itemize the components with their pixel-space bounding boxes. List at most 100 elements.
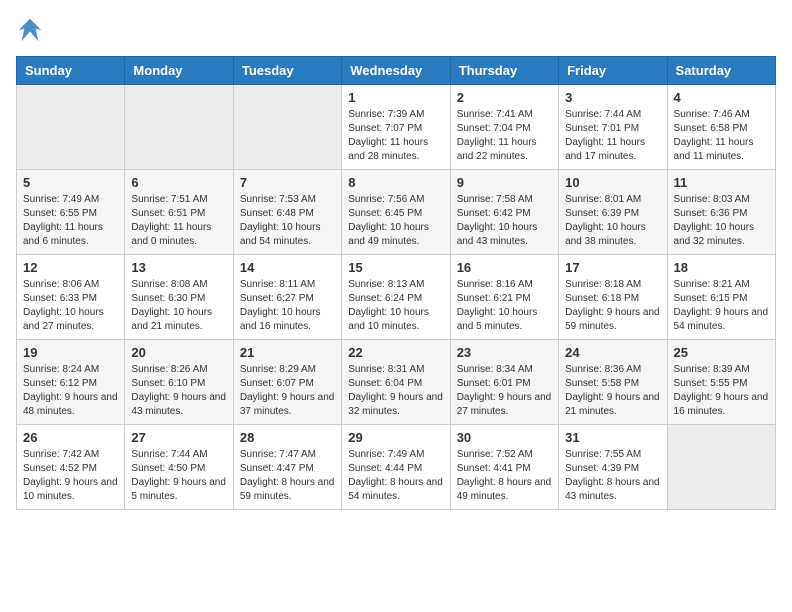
day-info: Sunrise: 8:34 AM Sunset: 6:01 PM Dayligh… [457,363,552,419]
day-info: Sunrise: 8:29 AM Sunset: 6:07 PM Dayligh… [240,363,335,419]
calendar-cell: 21Sunrise: 8:29 AM Sunset: 6:07 PM Dayli… [233,340,341,425]
calendar-cell [125,85,233,170]
day-info: Sunrise: 7:58 AM Sunset: 6:42 PM Dayligh… [457,193,552,249]
day-number: 27 [131,430,226,445]
calendar-week-5: 26 Sunrise: 7:42 AM Sunset: 4:52 PM Dayli… [17,425,776,510]
day-info: Sunrise: 8:16 AM Sunset: 6:21 PM Dayligh… [457,278,552,334]
day-info: Sunrise: 7:44 AM Sunset: 7:01 PM Dayligh… [565,108,660,164]
calendar-cell: 11Sunrise: 8:03 AM Sunset: 6:36 PM Dayli… [667,170,775,255]
day-number: 23 [457,345,552,360]
calendar-cell: 10 Sunrise: 8:01 AM Sunset: 6:39 PM Dayli… [559,170,667,255]
day-number: 20 [131,345,226,360]
day-number: 19 [23,345,118,360]
day-info: Sunrise: 8:31 AM Sunset: 6:04 PM Dayligh… [348,363,443,419]
logo-bird-icon [16,16,44,44]
day-number: 25 [674,345,769,360]
day-info: Sunrise: 8:11 AM Sunset: 6:27 PM Dayligh… [240,278,335,334]
day-info: Sunrise: 7:42 AM Sunset: 4:52 PM Dayligh… [23,448,118,504]
day-number: 9 [457,175,552,190]
calendar-week-3: 12 Sunrise: 8:06 AM Sunset: 6:33 PM Dayli… [17,255,776,340]
day-number: 15 [348,260,443,275]
col-header-monday: Monday [125,57,233,85]
col-header-thursday: Thursday [450,57,558,85]
day-info: Sunrise: 8:26 AM Sunset: 6:10 PM Dayligh… [131,363,226,419]
day-info: Sunrise: 8:36 AM Sunset: 5:58 PM Dayligh… [565,363,660,419]
calendar-cell: 2 Sunrise: 7:41 AM Sunset: 7:04 PM Daylig… [450,85,558,170]
day-number: 3 [565,90,660,105]
calendar-cell: 28 Sunrise: 7:47 AM Sunset: 4:47 PM Dayli… [233,425,341,510]
calendar-cell [17,85,125,170]
calendar-cell: 1 Sunrise: 7:39 AM Sunset: 7:07 PM Daylig… [342,85,450,170]
calendar-cell: 14 Sunrise: 8:11 AM Sunset: 6:27 PM Dayli… [233,255,341,340]
day-number: 10 [565,175,660,190]
day-number: 17 [565,260,660,275]
day-info: Sunrise: 7:55 AM Sunset: 4:39 PM Dayligh… [565,448,660,504]
day-info: Sunrise: 7:49 AM Sunset: 6:55 PM Dayligh… [23,193,118,249]
day-number: 1 [348,90,443,105]
day-info: Sunrise: 7:39 AM Sunset: 7:07 PM Dayligh… [348,108,443,164]
calendar-cell: 15Sunrise: 8:13 AM Sunset: 6:24 PM Dayli… [342,255,450,340]
calendar-cell: 20 Sunrise: 8:26 AM Sunset: 6:10 PM Dayli… [125,340,233,425]
calendar-cell: 23 Sunrise: 8:34 AM Sunset: 6:01 PM Dayli… [450,340,558,425]
day-info: Sunrise: 7:47 AM Sunset: 4:47 PM Dayligh… [240,448,335,504]
day-info: Sunrise: 7:44 AM Sunset: 4:50 PM Dayligh… [131,448,226,504]
calendar-cell: 30 Sunrise: 7:52 AM Sunset: 4:41 PM Dayli… [450,425,558,510]
calendar-cell: 4 Sunrise: 7:46 AM Sunset: 6:58 PM Daylig… [667,85,775,170]
day-number: 8 [348,175,443,190]
calendar-cell: 17 Sunrise: 8:18 AM Sunset: 6:18 PM Dayli… [559,255,667,340]
calendar-cell [233,85,341,170]
day-info: Sunrise: 7:41 AM Sunset: 7:04 PM Dayligh… [457,108,552,164]
day-number: 12 [23,260,118,275]
calendar-cell: 6Sunrise: 7:51 AM Sunset: 6:51 PM Daylig… [125,170,233,255]
day-info: Sunrise: 8:18 AM Sunset: 6:18 PM Dayligh… [565,278,660,334]
day-info: Sunrise: 7:46 AM Sunset: 6:58 PM Dayligh… [674,108,769,164]
calendar-cell: 31 Sunrise: 7:55 AM Sunset: 4:39 PM Dayli… [559,425,667,510]
col-header-friday: Friday [559,57,667,85]
calendar-week-1: 1 Sunrise: 7:39 AM Sunset: 7:07 PM Daylig… [17,85,776,170]
day-info: Sunrise: 8:39 AM Sunset: 5:55 PM Dayligh… [674,363,769,419]
logo [16,16,48,44]
day-number: 28 [240,430,335,445]
day-info: Sunrise: 8:08 AM Sunset: 6:30 PM Dayligh… [131,278,226,334]
day-info: Sunrise: 7:56 AM Sunset: 6:45 PM Dayligh… [348,193,443,249]
calendar-cell [667,425,775,510]
calendar-table: SundayMondayTuesdayWednesdayThursdayFrid… [16,56,776,510]
calendar-cell: 3 Sunrise: 7:44 AM Sunset: 7:01 PM Daylig… [559,85,667,170]
day-number: 2 [457,90,552,105]
day-number: 14 [240,260,335,275]
day-info: Sunrise: 7:49 AM Sunset: 4:44 PM Dayligh… [348,448,443,504]
calendar-cell: 13Sunrise: 8:08 AM Sunset: 6:30 PM Dayli… [125,255,233,340]
calendar-week-4: 19 Sunrise: 8:24 AM Sunset: 6:12 PM Dayli… [17,340,776,425]
day-info: Sunrise: 8:24 AM Sunset: 6:12 PM Dayligh… [23,363,118,419]
col-header-wednesday: Wednesday [342,57,450,85]
calendar-cell: 29 Sunrise: 7:49 AM Sunset: 4:44 PM Dayli… [342,425,450,510]
day-number: 26 [23,430,118,445]
day-number: 31 [565,430,660,445]
calendar-cell: 16 Sunrise: 8:16 AM Sunset: 6:21 PM Dayli… [450,255,558,340]
calendar-cell: 8 Sunrise: 7:56 AM Sunset: 6:45 PM Daylig… [342,170,450,255]
calendar-cell: 5 Sunrise: 7:49 AM Sunset: 6:55 PM Daylig… [17,170,125,255]
calendar-cell: 7Sunrise: 7:53 AM Sunset: 6:48 PM Daylig… [233,170,341,255]
day-number: 6 [131,175,226,190]
calendar-header: SundayMondayTuesdayWednesdayThursdayFrid… [17,57,776,85]
calendar-cell: 19 Sunrise: 8:24 AM Sunset: 6:12 PM Dayli… [17,340,125,425]
calendar-cell: 24 Sunrise: 8:36 AM Sunset: 5:58 PM Dayli… [559,340,667,425]
day-info: Sunrise: 8:01 AM Sunset: 6:39 PM Dayligh… [565,193,660,249]
day-info: Sunrise: 7:52 AM Sunset: 4:41 PM Dayligh… [457,448,552,504]
col-header-sunday: Sunday [17,57,125,85]
day-number: 11 [674,175,769,190]
day-number: 4 [674,90,769,105]
col-header-saturday: Saturday [667,57,775,85]
day-number: 5 [23,175,118,190]
day-number: 30 [457,430,552,445]
calendar-cell: 22 Sunrise: 8:31 AM Sunset: 6:04 PM Dayli… [342,340,450,425]
calendar-cell: 9 Sunrise: 7:58 AM Sunset: 6:42 PM Daylig… [450,170,558,255]
calendar-cell: 25 Sunrise: 8:39 AM Sunset: 5:55 PM Dayli… [667,340,775,425]
day-info: Sunrise: 7:53 AM Sunset: 6:48 PM Dayligh… [240,193,335,249]
day-number: 16 [457,260,552,275]
day-number: 29 [348,430,443,445]
day-number: 24 [565,345,660,360]
day-info: Sunrise: 8:06 AM Sunset: 6:33 PM Dayligh… [23,278,118,334]
day-info: Sunrise: 8:21 AM Sunset: 6:15 PM Dayligh… [674,278,769,334]
day-number: 22 [348,345,443,360]
